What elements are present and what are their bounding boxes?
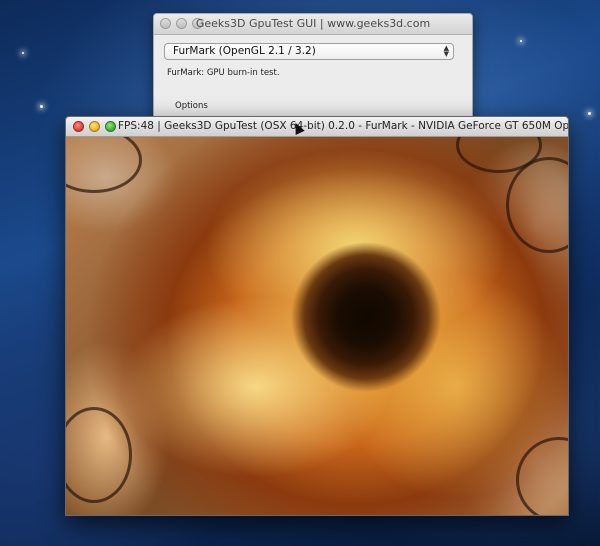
- demo-select-value: FurMark (OpenGL 2.1 / 3.2): [173, 45, 316, 57]
- render-window: FPS:48 | Geeks3D GpuTest (OSX 64-bit) 0.…: [65, 116, 569, 516]
- background-swirl: [506, 157, 568, 253]
- gpu-test-gui-window: Geeks3D GpuTest GUI | www.geeks3d.com Fu…: [153, 13, 473, 127]
- background-swirl: [516, 437, 568, 515]
- demo-description: FurMark: GPU burn-in test.: [167, 68, 280, 78]
- demo-select[interactable]: FurMark (OpenGL 2.1 / 3.2) ▲ ▼: [164, 43, 454, 60]
- render-titlebar[interactable]: FPS:48 | Geeks3D GpuTest (OSX 64-bit) 0.…: [66, 117, 568, 137]
- star-decoration: [22, 52, 24, 54]
- gui-titlebar[interactable]: Geeks3D GpuTest GUI | www.geeks3d.com: [154, 14, 472, 35]
- zoom-button[interactable]: [105, 121, 116, 132]
- close-button[interactable]: [73, 121, 84, 132]
- star-decoration: [588, 112, 591, 115]
- select-arrows-icon: ▲ ▼: [443, 44, 449, 58]
- background-swirl: [66, 407, 132, 503]
- furmark-render-canvas: [66, 137, 568, 515]
- star-decoration: [40, 105, 43, 108]
- background-swirl: [66, 137, 142, 193]
- render-window-title: FPS:48 | Geeks3D GpuTest (OSX 64-bit) 0.…: [118, 120, 568, 132]
- options-label: Options: [175, 101, 208, 111]
- star-decoration: [520, 40, 522, 42]
- minimize-button[interactable]: [89, 121, 100, 132]
- gui-window-title: Geeks3D GpuTest GUI | www.geeks3d.com: [195, 17, 431, 30]
